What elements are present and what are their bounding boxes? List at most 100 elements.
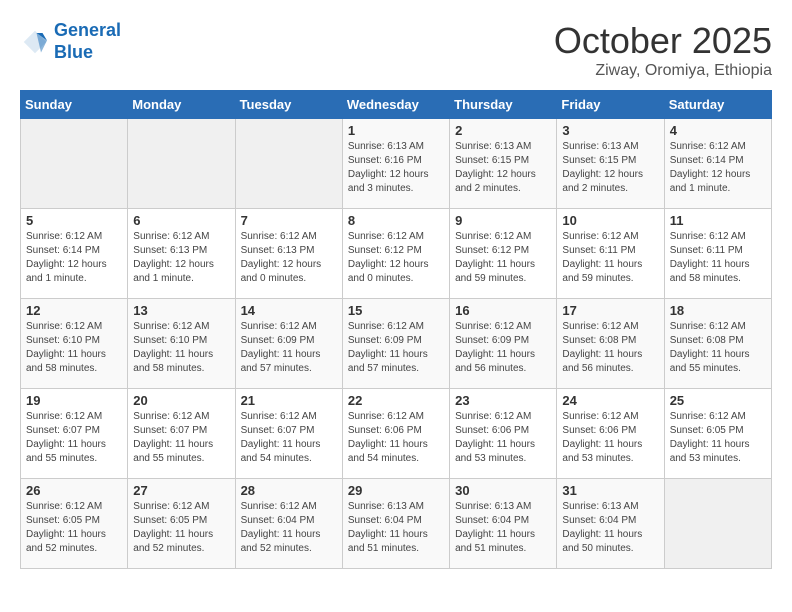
title-block: October 2025 Ziway, Oromiya, Ethiopia [554, 20, 772, 80]
day-info: Sunrise: 6:12 AM Sunset: 6:14 PM Dayligh… [26, 230, 122, 286]
header-sunday: Sunday [21, 91, 128, 119]
week-row-3: 12 Sunrise: 6:12 AM Sunset: 6:10 PM Dayli… [21, 299, 772, 389]
day-info: Sunrise: 6:12 AM Sunset: 6:05 PM Dayligh… [26, 500, 122, 556]
header-wednesday: Wednesday [342, 91, 449, 119]
calendar-cell-w1-d5: 2 Sunrise: 6:13 AM Sunset: 6:15 PM Daylig… [450, 119, 557, 209]
calendar-cell-w5-d4: 29 Sunrise: 6:13 AM Sunset: 6:04 PM Dayli… [342, 479, 449, 569]
calendar-cell-w3-d7: 18 Sunrise: 6:12 AM Sunset: 6:08 PM Dayli… [664, 299, 771, 389]
calendar-cell-w2-d2: 6 Sunrise: 6:12 AM Sunset: 6:13 PM Daylig… [128, 209, 235, 299]
day-number: 20 [133, 393, 229, 408]
calendar-cell-w2-d6: 10 Sunrise: 6:12 AM Sunset: 6:11 PM Dayli… [557, 209, 664, 299]
day-info: Sunrise: 6:13 AM Sunset: 6:04 PM Dayligh… [348, 500, 444, 556]
calendar-cell-w5-d1: 26 Sunrise: 6:12 AM Sunset: 6:05 PM Dayli… [21, 479, 128, 569]
day-info: Sunrise: 6:12 AM Sunset: 6:05 PM Dayligh… [133, 500, 229, 556]
calendar-cell-w3-d1: 12 Sunrise: 6:12 AM Sunset: 6:10 PM Dayli… [21, 299, 128, 389]
day-number: 8 [348, 213, 444, 228]
day-info: Sunrise: 6:12 AM Sunset: 6:13 PM Dayligh… [133, 230, 229, 286]
day-number: 12 [26, 303, 122, 318]
day-info: Sunrise: 6:13 AM Sunset: 6:04 PM Dayligh… [562, 500, 658, 556]
day-number: 10 [562, 213, 658, 228]
calendar-cell-w1-d4: 1 Sunrise: 6:13 AM Sunset: 6:16 PM Daylig… [342, 119, 449, 209]
day-info: Sunrise: 6:12 AM Sunset: 6:13 PM Dayligh… [241, 230, 337, 286]
calendar-cell-w2-d4: 8Sunrise: 6:12 AM Sunset: 6:12 PM Daylig… [342, 209, 449, 299]
day-info: Sunrise: 6:12 AM Sunset: 6:09 PM Dayligh… [455, 320, 551, 376]
logo-text: General Blue [54, 20, 121, 63]
day-info: Sunrise: 6:12 AM Sunset: 6:08 PM Dayligh… [670, 320, 766, 376]
day-number: 30 [455, 483, 551, 498]
day-number: 7 [241, 213, 337, 228]
day-info: Sunrise: 6:13 AM Sunset: 6:15 PM Dayligh… [562, 140, 658, 196]
day-number: 24 [562, 393, 658, 408]
calendar-cell-w1-d2 [128, 119, 235, 209]
calendar-table: Sunday Monday Tuesday Wednesday Thursday… [20, 90, 772, 569]
calendar-cell-w3-d2: 13Sunrise: 6:12 AM Sunset: 6:10 PM Dayli… [128, 299, 235, 389]
calendar-cell-w2-d5: 9 Sunrise: 6:12 AM Sunset: 6:12 PM Daylig… [450, 209, 557, 299]
day-number: 2 [455, 123, 551, 138]
day-info: Sunrise: 6:12 AM Sunset: 6:11 PM Dayligh… [670, 230, 766, 286]
header-saturday: Saturday [664, 91, 771, 119]
day-number: 15 [348, 303, 444, 318]
day-number: 28 [241, 483, 337, 498]
day-number: 11 [670, 213, 766, 228]
day-info: Sunrise: 6:12 AM Sunset: 6:14 PM Dayligh… [670, 140, 766, 196]
header-thursday: Thursday [450, 91, 557, 119]
day-number: 21 [241, 393, 337, 408]
calendar-cell-w2-d3: 7 Sunrise: 6:12 AM Sunset: 6:13 PM Daylig… [235, 209, 342, 299]
day-number: 17 [562, 303, 658, 318]
calendar-cell-w3-d5: 16 Sunrise: 6:12 AM Sunset: 6:09 PM Dayli… [450, 299, 557, 389]
day-info: Sunrise: 6:12 AM Sunset: 6:06 PM Dayligh… [562, 410, 658, 466]
logo: General Blue [20, 20, 121, 63]
calendar-cell-w2-d7: 11 Sunrise: 6:12 AM Sunset: 6:11 PM Dayli… [664, 209, 771, 299]
day-info: Sunrise: 6:12 AM Sunset: 6:09 PM Dayligh… [241, 320, 337, 376]
day-number: 6 [133, 213, 229, 228]
day-number: 1 [348, 123, 444, 138]
day-number: 14 [241, 303, 337, 318]
calendar-cell-w1-d1 [21, 119, 128, 209]
day-info: Sunrise: 6:13 AM Sunset: 6:15 PM Dayligh… [455, 140, 551, 196]
calendar-cell-w3-d3: 14 Sunrise: 6:12 AM Sunset: 6:09 PM Dayli… [235, 299, 342, 389]
calendar-cell-w3-d6: 17 Sunrise: 6:12 AM Sunset: 6:08 PM Dayli… [557, 299, 664, 389]
day-number: 23 [455, 393, 551, 408]
day-info: Sunrise: 6:13 AM Sunset: 6:04 PM Dayligh… [455, 500, 551, 556]
day-number: 9 [455, 213, 551, 228]
day-info: Sunrise: 6:12 AM Sunset: 6:10 PM Dayligh… [26, 320, 122, 376]
day-info: Sunrise: 6:13 AM Sunset: 6:16 PM Dayligh… [348, 140, 444, 196]
day-number: 13 [133, 303, 229, 318]
day-number: 3 [562, 123, 658, 138]
header-tuesday: Tuesday [235, 91, 342, 119]
page-header: General Blue October 2025 Ziway, Oromiya… [20, 20, 772, 80]
day-number: 26 [26, 483, 122, 498]
day-number: 16 [455, 303, 551, 318]
calendar-cell-w4-d4: 22Sunrise: 6:12 AM Sunset: 6:06 PM Dayli… [342, 389, 449, 479]
day-number: 31 [562, 483, 658, 498]
day-number: 25 [670, 393, 766, 408]
day-number: 5 [26, 213, 122, 228]
day-info: Sunrise: 6:12 AM Sunset: 6:08 PM Dayligh… [562, 320, 658, 376]
calendar-subtitle: Ziway, Oromiya, Ethiopia [554, 62, 772, 80]
calendar-cell-w3-d4: 15 Sunrise: 6:12 AM Sunset: 6:09 PM Dayli… [342, 299, 449, 389]
day-info: Sunrise: 6:12 AM Sunset: 6:12 PM Dayligh… [455, 230, 551, 286]
calendar-cell-w2-d1: 5 Sunrise: 6:12 AM Sunset: 6:14 PM Daylig… [21, 209, 128, 299]
calendar-cell-w5-d6: 31 Sunrise: 6:13 AM Sunset: 6:04 PM Dayli… [557, 479, 664, 569]
day-info: Sunrise: 6:12 AM Sunset: 6:06 PM Dayligh… [455, 410, 551, 466]
day-number: 29 [348, 483, 444, 498]
day-info: Sunrise: 6:12 AM Sunset: 6:11 PM Dayligh… [562, 230, 658, 286]
day-info: Sunrise: 6:12 AM Sunset: 6:09 PM Dayligh… [348, 320, 444, 376]
day-number: 4 [670, 123, 766, 138]
calendar-cell-w5-d2: 27 Sunrise: 6:12 AM Sunset: 6:05 PM Dayli… [128, 479, 235, 569]
day-info: Sunrise: 6:12 AM Sunset: 6:05 PM Dayligh… [670, 410, 766, 466]
header-monday: Monday [128, 91, 235, 119]
day-info: Sunrise: 6:12 AM Sunset: 6:04 PM Dayligh… [241, 500, 337, 556]
calendar-header-row: Sunday Monday Tuesday Wednesday Thursday… [21, 91, 772, 119]
calendar-cell-w4-d1: 19Sunrise: 6:12 AM Sunset: 6:07 PM Dayli… [21, 389, 128, 479]
day-info: Sunrise: 6:12 AM Sunset: 6:07 PM Dayligh… [241, 410, 337, 466]
day-info: Sunrise: 6:12 AM Sunset: 6:07 PM Dayligh… [26, 410, 122, 466]
day-number: 22 [348, 393, 444, 408]
week-row-1: 1 Sunrise: 6:13 AM Sunset: 6:16 PM Daylig… [21, 119, 772, 209]
day-number: 18 [670, 303, 766, 318]
calendar-cell-w5-d7 [664, 479, 771, 569]
calendar-cell-w4-d5: 23 Sunrise: 6:12 AM Sunset: 6:06 PM Dayli… [450, 389, 557, 479]
day-number: 27 [133, 483, 229, 498]
calendar-cell-w4-d7: 25 Sunrise: 6:12 AM Sunset: 6:05 PM Dayli… [664, 389, 771, 479]
calendar-cell-w1-d7: 4 Sunrise: 6:12 AM Sunset: 6:14 PM Daylig… [664, 119, 771, 209]
